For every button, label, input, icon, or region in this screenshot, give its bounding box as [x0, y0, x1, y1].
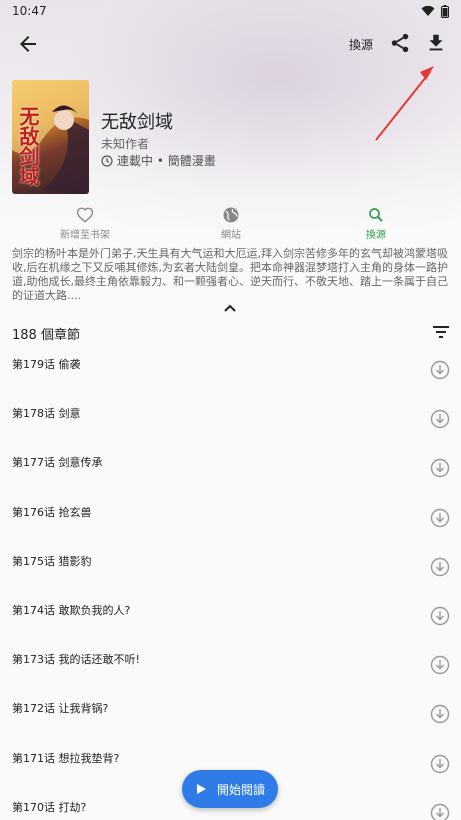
change-source-button[interactable]: 換源 [349, 36, 373, 53]
download-chapter-icon[interactable] [430, 557, 450, 577]
download-chapter-icon[interactable] [430, 458, 450, 478]
chapter-count: 188 個章節 [12, 328, 80, 343]
manga-title: 无敌剑域 [101, 112, 173, 133]
download-chapter-icon[interactable] [430, 409, 450, 429]
filter-icon[interactable] [431, 323, 451, 341]
publish-status: 連載中 • 簡體漫畫 [101, 152, 216, 169]
annotation-arrow-icon [375, 66, 434, 141]
chapter-title: 第177话 剑意传承 [12, 456, 103, 470]
chapter-row[interactable]: 第173话 我的话还敢不听! [0, 641, 461, 690]
battery-icon [441, 4, 449, 18]
chapter-title: 第170话 打劫? [12, 800, 87, 814]
download-chapter-icon[interactable] [430, 803, 450, 820]
download-icon[interactable] [425, 32, 447, 54]
download-chapter-icon[interactable] [430, 655, 450, 675]
chapter-title: 第171话 想拉我垫背? [12, 751, 120, 765]
chapter-title: 第174话 敢欺负我的人? [12, 603, 131, 617]
download-chapter-icon[interactable] [430, 754, 450, 774]
search-icon [369, 208, 383, 222]
download-chapter-icon[interactable] [430, 360, 450, 380]
chapter-title: 第178话 剑意 [12, 407, 81, 421]
back-arrow-icon[interactable] [16, 32, 40, 56]
chapter-title: 第172话 让我背锅? [12, 702, 109, 716]
chapter-list: 第179话 偷袭 第178话 剑意第177话 剑意传承 第176话 抢玄兽 第175话… [0, 346, 461, 820]
chapter-title: 第173话 我的话还敢不听! [12, 653, 140, 667]
chapter-row[interactable]: 第179话 偷袭 [0, 346, 461, 395]
clock-icon [101, 154, 113, 167]
chevron-up-icon[interactable] [222, 300, 238, 316]
download-chapter-icon[interactable] [430, 508, 450, 528]
chapter-row[interactable]: 第177话 剑意传承 [0, 444, 461, 493]
status-time: 10:47 [12, 4, 47, 18]
toolbar: 換源 [0, 28, 461, 60]
author-name: 未知作者 [101, 137, 150, 151]
download-chapter-icon[interactable] [430, 704, 450, 724]
globe-icon [223, 207, 239, 223]
migrate-label: 換源 [366, 230, 386, 241]
start-reading-label: 開始閱讀 [216, 782, 265, 797]
chapter-title: 第176话 抢玄兽 [12, 505, 92, 519]
chapter-row[interactable]: 第174话 敢欺负我的人? [0, 592, 461, 641]
status-text: 連載中 • 簡體漫畫 [117, 154, 216, 168]
chapter-row[interactable]: 第178话 剑意 [0, 395, 461, 444]
chapter-row[interactable]: 第176话 抢玄兽 [0, 494, 461, 543]
wifi-icon [421, 5, 435, 16]
website-label: 網站 [221, 230, 241, 241]
chapter-title: 第175话 猎影豹 [12, 554, 92, 568]
heart-icon [76, 207, 94, 223]
chapter-row[interactable]: 第172话 让我背锅? [0, 690, 461, 739]
add-to-library-label: 新增至书架 [60, 230, 110, 241]
action-bar: 新增至书架 網站 換源 [0, 206, 461, 242]
cover-title: 无敌剑域 [16, 106, 40, 186]
share-icon[interactable] [389, 32, 411, 54]
chapter-row[interactable]: 第175话 猎影豹 [0, 543, 461, 592]
manga-cover[interactable]: 无敌剑域 [12, 80, 89, 194]
download-chapter-icon[interactable] [430, 606, 450, 626]
description: 剑宗的杨叶本是外门弟子,天生具有大气运和大厄运,拜入剑宗苦修多年的玄气却被鸿蒙塔… [12, 247, 448, 302]
chapter-title: 第179话 偷袭 [12, 358, 81, 371]
status-bar: 10:47 [0, 0, 461, 22]
start-reading-button[interactable]: 開始閱讀 [182, 770, 278, 808]
website-button[interactable]: 網站 [191, 206, 271, 241]
add-to-library-button[interactable]: 新增至书架 [45, 206, 125, 241]
migrate-button[interactable]: 換源 [336, 206, 416, 241]
play-icon [196, 784, 206, 794]
